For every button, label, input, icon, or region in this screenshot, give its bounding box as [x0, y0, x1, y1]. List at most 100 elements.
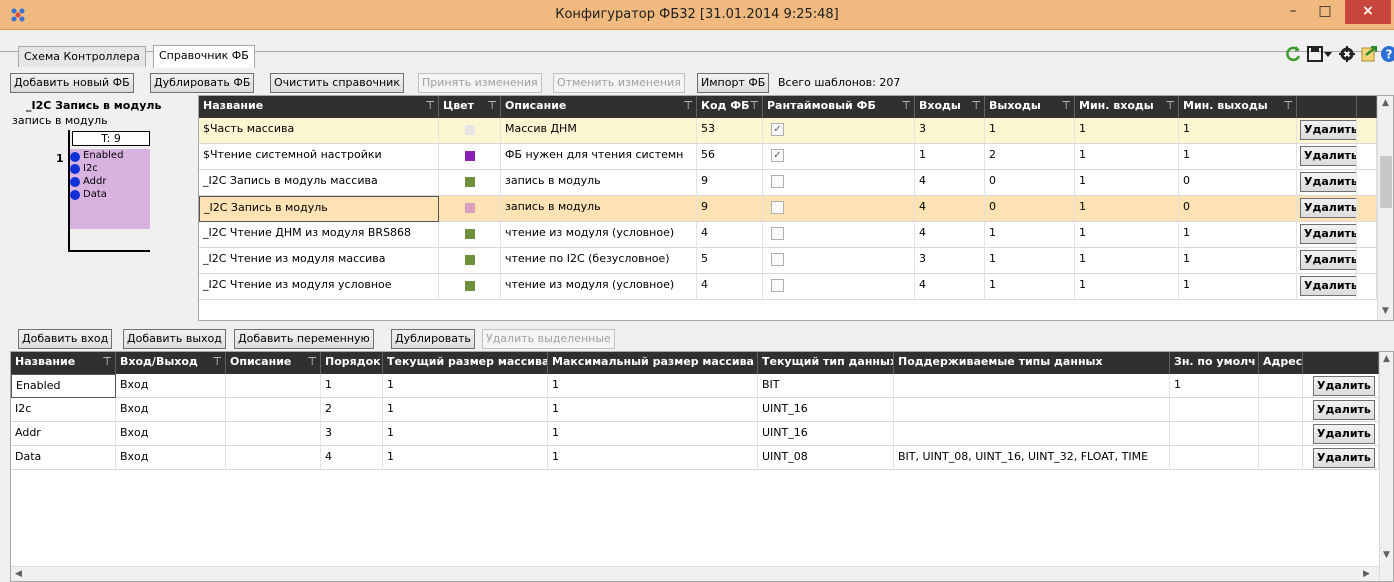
color-swatch[interactable]: [465, 177, 475, 187]
scroll-thumb[interactable]: [1380, 156, 1392, 208]
delete-var-button[interactable]: Удалить: [1313, 424, 1375, 444]
cell-name[interactable]: Enabled: [11, 374, 116, 398]
color-swatch[interactable]: [465, 203, 475, 213]
col-header-inputs[interactable]: Входы ⊤: [915, 96, 985, 118]
table-row[interactable]: _I2C Запись в модуль запись в модуль 9 4 0 1 0…: [199, 196, 1377, 222]
clear-reference-button[interactable]: Очистить справочник: [270, 73, 404, 93]
help-icon[interactable]: ?: [1380, 45, 1394, 63]
table-row[interactable]: $Чтение системной настройки ФБ нужен для …: [199, 144, 1377, 170]
filter-icon[interactable]: ⊤: [1061, 99, 1071, 112]
add-fb-button[interactable]: Добавить новый ФБ: [10, 73, 134, 93]
import-fb-button[interactable]: Импорт ФБ: [697, 73, 770, 93]
scroll-up-icon[interactable]: ▲: [1382, 98, 1389, 108]
table-row[interactable]: I2c Вход 2 1 1 UINT_16 Удалить: [11, 398, 1379, 422]
settings-icon[interactable]: [1338, 45, 1356, 63]
delete-selected-button[interactable]: Удалить выделенные: [482, 329, 615, 349]
color-swatch[interactable]: [465, 125, 475, 135]
filter-icon[interactable]: ⊤: [307, 355, 317, 368]
filter-icon[interactable]: ⊤: [1165, 99, 1175, 112]
table-row[interactable]: $Часть массива Массив ДНМ 53 ✓ 3 1 1 1 Удалить: [199, 118, 1377, 144]
col-header-description[interactable]: Описание ⊤: [501, 96, 697, 118]
duplicate-fb-button[interactable]: Дублировать ФБ: [150, 73, 255, 93]
delete-row-button[interactable]: Удалить: [1300, 224, 1356, 244]
col-header-var-description[interactable]: Описание ⊤: [226, 352, 321, 374]
col-header-fb-code[interactable]: Код ФБ ⊤: [697, 96, 763, 118]
dropdown-arrow-icon[interactable]: [1322, 45, 1334, 63]
col-header-order[interactable]: Порядок: [321, 352, 383, 374]
runtime-checkbox[interactable]: [771, 175, 784, 188]
add-output-button[interactable]: Добавить выход: [123, 329, 226, 349]
fb-table-vscrollbar[interactable]: ▲ ▼: [1377, 96, 1393, 320]
table-row[interactable]: Enabled Вход 1 1 1 BIT 1 Удалить: [11, 374, 1379, 398]
minimize-button[interactable]: –: [1278, 0, 1308, 24]
delete-row-button[interactable]: Удалить: [1300, 120, 1356, 140]
table-row[interactable]: _I2C Чтение ДНМ из модуля BRS868 чтение и…: [199, 222, 1377, 248]
col-header-address[interactable]: Адрес: [1259, 352, 1303, 374]
cell-name[interactable]: _I2C Запись в модуль: [199, 196, 439, 222]
color-swatch[interactable]: [465, 229, 475, 239]
delete-var-button[interactable]: Удалить: [1313, 376, 1375, 396]
filter-icon[interactable]: ⊤: [683, 99, 693, 112]
tab-fb-reference[interactable]: Справочник ФБ: [153, 45, 255, 68]
col-header-color[interactable]: Цвет ⊤: [439, 96, 501, 118]
filter-icon[interactable]: ⊤: [749, 99, 759, 112]
delete-var-button[interactable]: Удалить: [1313, 400, 1375, 420]
delete-row-button[interactable]: Удалить: [1300, 198, 1356, 218]
filter-icon[interactable]: ⊤: [901, 99, 911, 112]
runtime-checkbox[interactable]: [771, 201, 784, 214]
col-header-runtime[interactable]: Рантаймовый ФБ ⊤: [763, 96, 915, 118]
scroll-down-icon[interactable]: ▼: [1383, 550, 1390, 560]
tab-controller-scheme[interactable]: Схема Контроллера: [18, 46, 146, 67]
filter-icon[interactable]: ⊤: [212, 355, 222, 368]
scroll-left-icon[interactable]: ◀: [15, 569, 22, 579]
refresh-icon[interactable]: [1284, 45, 1302, 63]
table-row[interactable]: _I2C Чтение из модуля массива чтение по I…: [199, 248, 1377, 274]
delete-var-button[interactable]: Удалить: [1313, 448, 1375, 468]
col-header-name[interactable]: Название ⊤: [199, 96, 439, 118]
cancel-changes-button[interactable]: Отменить изменения: [553, 73, 685, 93]
col-header-io[interactable]: Вход/Выход ⊤: [116, 352, 226, 374]
accept-changes-button[interactable]: Принять изменения: [418, 73, 542, 93]
col-header-var-name[interactable]: Название ⊤: [11, 352, 116, 374]
duplicate-var-button[interactable]: Дублировать: [391, 329, 475, 349]
filter-icon[interactable]: ⊤: [487, 99, 497, 112]
maximize-button[interactable]: □: [1310, 0, 1340, 24]
filter-icon[interactable]: ⊤: [1283, 99, 1293, 112]
col-header-supported-types[interactable]: Поддерживаемые типы данных: [894, 352, 1170, 374]
vars-table-vscrollbar[interactable]: ▲ ▼: [1379, 352, 1393, 581]
scroll-up-icon[interactable]: ▲: [1383, 354, 1390, 364]
add-variable-button[interactable]: Добавить переменную: [234, 329, 374, 349]
filter-icon[interactable]: ⊤: [971, 99, 981, 112]
filter-icon[interactable]: ⊤: [425, 99, 435, 112]
col-header-min-outputs[interactable]: Мин. выходы ⊤: [1179, 96, 1297, 118]
delete-row-button[interactable]: Удалить: [1300, 276, 1356, 296]
runtime-checkbox[interactable]: ✓: [771, 123, 784, 136]
export-icon[interactable]: [1360, 45, 1378, 63]
filter-icon[interactable]: ⊤: [102, 355, 112, 368]
table-row[interactable]: _I2C Чтение из модуля условное чтение из …: [199, 274, 1377, 300]
color-swatch[interactable]: [465, 255, 475, 265]
delete-row-button[interactable]: Удалить: [1300, 146, 1356, 166]
color-swatch[interactable]: [465, 281, 475, 291]
runtime-checkbox[interactable]: [771, 253, 784, 266]
runtime-checkbox[interactable]: [771, 279, 784, 292]
runtime-checkbox[interactable]: [771, 227, 784, 240]
col-header-default[interactable]: Зн. по умолч: [1170, 352, 1259, 374]
col-header-current-size[interactable]: Текущий размер массива: [383, 352, 548, 374]
col-header-outputs[interactable]: Выходы ⊤: [985, 96, 1075, 118]
close-button[interactable]: ×: [1345, 0, 1391, 24]
table-row[interactable]: Addr Вход 3 1 1 UINT_16 Удалить: [11, 422, 1379, 446]
add-input-button[interactable]: Добавить вход: [18, 329, 113, 349]
table-row[interactable]: _I2C Запись в модуль массива запись в мод…: [199, 170, 1377, 196]
scroll-right-icon[interactable]: ▶: [1363, 569, 1370, 579]
scroll-down-icon[interactable]: ▼: [1382, 306, 1389, 316]
table-row[interactable]: Data Вход 4 1 1 UINT_08 BIT, UINT_08, UINT_16,…: [11, 446, 1379, 470]
runtime-checkbox[interactable]: ✓: [771, 149, 784, 162]
delete-row-button[interactable]: Удалить: [1300, 250, 1356, 270]
col-header-min-inputs[interactable]: Мин. входы ⊤: [1075, 96, 1179, 118]
vars-table-hscrollbar[interactable]: ◀ ▶: [11, 566, 1379, 581]
col-header-current-type[interactable]: Текущий тип данных: [758, 352, 894, 374]
delete-row-button[interactable]: Удалить: [1300, 172, 1356, 192]
col-header-max-size[interactable]: Максимальный размер массива: [548, 352, 758, 374]
color-swatch[interactable]: [465, 151, 475, 161]
